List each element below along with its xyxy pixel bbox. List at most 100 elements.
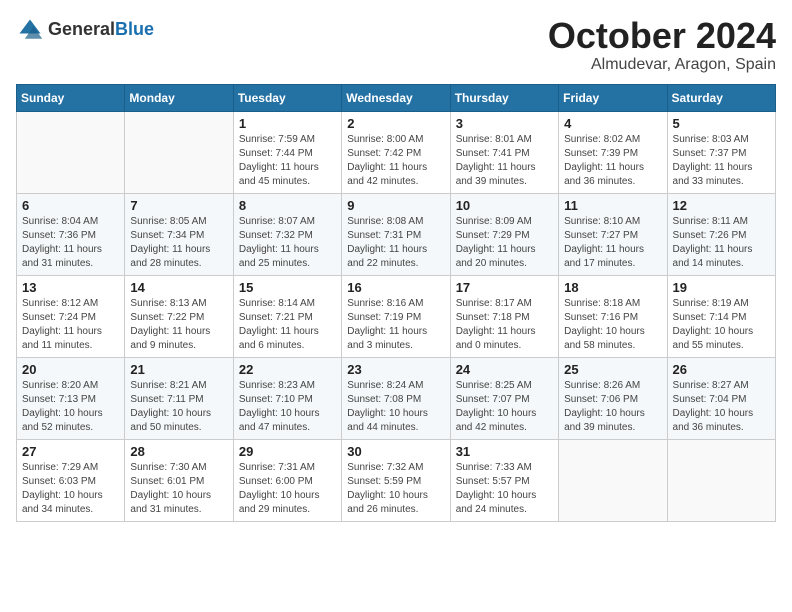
page-header: General Blue October 2024 Almudevar, Ara… (16, 16, 776, 74)
weekday-header-monday: Monday (125, 84, 233, 111)
day-number: 10 (456, 198, 553, 213)
weekday-header-saturday: Saturday (667, 84, 775, 111)
day-number: 31 (456, 444, 553, 459)
calendar-cell: 13 Sunrise: 8:12 AMSunset: 7:24 PMDayligh… (17, 275, 125, 357)
day-number: 2 (347, 116, 444, 131)
day-number: 19 (673, 280, 770, 295)
calendar-cell: 12 Sunrise: 8:11 AMSunset: 7:26 PMDayligh… (667, 193, 775, 275)
calendar-week-5: 27Sunrise: 7:29 AMSunset: 6:03 PMDayligh… (17, 439, 776, 521)
calendar-cell: 3 Sunrise: 8:01 AMSunset: 7:41 PMDaylight… (450, 111, 558, 193)
day-number: 23 (347, 362, 444, 377)
day-info: Sunrise: 8:08 AMSunset: 7:31 PMDaylight:… (347, 215, 444, 271)
day-info: Sunrise: 8:09 AMSunset: 7:29 PMDaylight:… (456, 215, 553, 271)
day-number: 1 (239, 116, 336, 131)
calendar-cell: 22 Sunrise: 8:23 AMSunset: 7:10 PMDayligh… (233, 357, 341, 439)
calendar-cell: 9 Sunrise: 8:08 AMSunset: 7:31 PMDaylight… (342, 193, 450, 275)
day-number: 17 (456, 280, 553, 295)
day-info: Sunrise: 7:33 AMSunset: 5:57 PMDaylight:… (456, 461, 553, 517)
calendar-cell: 6 Sunrise: 8:04 AMSunset: 7:36 PMDaylight… (17, 193, 125, 275)
weekday-header-friday: Friday (559, 84, 667, 111)
day-number: 15 (239, 280, 336, 295)
calendar-header-row: SundayMondayTuesdayWednesdayThursdayFrid… (17, 84, 776, 111)
day-number: 21 (130, 362, 227, 377)
calendar-cell: 1 Sunrise: 7:59 AMSunset: 7:44 PMDaylight… (233, 111, 341, 193)
day-number: 20 (22, 362, 119, 377)
calendar-cell: 10 Sunrise: 8:09 AMSunset: 7:29 PMDayligh… (450, 193, 558, 275)
day-number: 24 (456, 362, 553, 377)
weekday-header-sunday: Sunday (17, 84, 125, 111)
day-info: Sunrise: 8:23 AMSunset: 7:10 PMDaylight:… (239, 379, 336, 435)
day-number: 16 (347, 280, 444, 295)
calendar-cell: 11Sunrise: 8:10 AMSunset: 7:27 PMDayligh… (559, 193, 667, 275)
calendar-cell: 16Sunrise: 8:16 AMSunset: 7:19 PMDayligh… (342, 275, 450, 357)
calendar-cell: 26Sunrise: 8:27 AMSunset: 7:04 PMDayligh… (667, 357, 775, 439)
day-info: Sunrise: 8:12 AMSunset: 7:24 PMDaylight:… (22, 297, 119, 353)
weekday-header-tuesday: Tuesday (233, 84, 341, 111)
day-info: Sunrise: 8:14 AMSunset: 7:21 PMDaylight:… (239, 297, 336, 353)
day-info: Sunrise: 8:13 AMSunset: 7:22 PMDaylight:… (130, 297, 227, 353)
day-number: 30 (347, 444, 444, 459)
calendar-cell: 5 Sunrise: 8:03 AMSunset: 7:37 PMDaylight… (667, 111, 775, 193)
calendar-cell (559, 439, 667, 521)
day-info: Sunrise: 7:59 AMSunset: 7:44 PMDaylight:… (239, 133, 336, 189)
day-info: Sunrise: 8:00 AMSunset: 7:42 PMDaylight:… (347, 133, 444, 189)
day-info: Sunrise: 7:29 AMSunset: 6:03 PMDaylight:… (22, 461, 119, 517)
logo-text-blue: Blue (115, 20, 154, 40)
day-info: Sunrise: 7:30 AMSunset: 6:01 PMDaylight:… (130, 461, 227, 517)
calendar-cell (667, 439, 775, 521)
calendar-body: 1 Sunrise: 7:59 AMSunset: 7:44 PMDaylight… (17, 111, 776, 521)
day-info: Sunrise: 8:04 AMSunset: 7:36 PMDaylight:… (22, 215, 119, 271)
day-info: Sunrise: 8:18 AMSunset: 7:16 PMDaylight:… (564, 297, 661, 353)
calendar-week-1: 1 Sunrise: 7:59 AMSunset: 7:44 PMDaylight… (17, 111, 776, 193)
day-number: 14 (130, 280, 227, 295)
calendar-cell: 4 Sunrise: 8:02 AMSunset: 7:39 PMDaylight… (559, 111, 667, 193)
logo: General Blue (16, 16, 154, 44)
day-number: 4 (564, 116, 661, 131)
day-number: 25 (564, 362, 661, 377)
weekday-header-wednesday: Wednesday (342, 84, 450, 111)
calendar-cell: 17 Sunrise: 8:17 AMSunset: 7:18 PMDayligh… (450, 275, 558, 357)
day-number: 13 (22, 280, 119, 295)
day-info: Sunrise: 8:07 AMSunset: 7:32 PMDaylight:… (239, 215, 336, 271)
day-info: Sunrise: 8:03 AMSunset: 7:37 PMDaylight:… (673, 133, 770, 189)
day-info: Sunrise: 8:26 AMSunset: 7:06 PMDaylight:… (564, 379, 661, 435)
logo-text-general: General (48, 20, 115, 40)
calendar-cell: 7Sunrise: 8:05 AMSunset: 7:34 PMDaylight… (125, 193, 233, 275)
day-info: Sunrise: 7:32 AMSunset: 5:59 PMDaylight:… (347, 461, 444, 517)
day-number: 5 (673, 116, 770, 131)
calendar-cell: 15 Sunrise: 8:14 AMSunset: 7:21 PMDayligh… (233, 275, 341, 357)
day-info: Sunrise: 8:01 AMSunset: 7:41 PMDaylight:… (456, 133, 553, 189)
calendar-cell (125, 111, 233, 193)
title-area: October 2024 Almudevar, Aragon, Spain (548, 16, 776, 74)
day-number: 6 (22, 198, 119, 213)
day-info: Sunrise: 8:21 AMSunset: 7:11 PMDaylight:… (130, 379, 227, 435)
calendar-cell: 23 Sunrise: 8:24 AMSunset: 7:08 PMDayligh… (342, 357, 450, 439)
calendar-cell: 21 Sunrise: 8:21 AMSunset: 7:11 PMDayligh… (125, 357, 233, 439)
day-number: 3 (456, 116, 553, 131)
calendar-cell: 18 Sunrise: 8:18 AMSunset: 7:16 PMDayligh… (559, 275, 667, 357)
day-info: Sunrise: 8:27 AMSunset: 7:04 PMDaylight:… (673, 379, 770, 435)
calendar-cell: 14 Sunrise: 8:13 AMSunset: 7:22 PMDayligh… (125, 275, 233, 357)
day-info: Sunrise: 8:05 AMSunset: 7:34 PMDaylight:… (130, 215, 227, 271)
weekday-header-thursday: Thursday (450, 84, 558, 111)
day-number: 29 (239, 444, 336, 459)
day-number: 18 (564, 280, 661, 295)
day-info: Sunrise: 8:11 AMSunset: 7:26 PMDaylight:… (673, 215, 770, 271)
day-number: 22 (239, 362, 336, 377)
day-info: Sunrise: 8:02 AMSunset: 7:39 PMDaylight:… (564, 133, 661, 189)
day-info: Sunrise: 8:20 AMSunset: 7:13 PMDaylight:… (22, 379, 119, 435)
calendar-cell (17, 111, 125, 193)
calendar-cell: 28Sunrise: 7:30 AMSunset: 6:01 PMDayligh… (125, 439, 233, 521)
day-info: Sunrise: 8:17 AMSunset: 7:18 PMDaylight:… (456, 297, 553, 353)
calendar-week-4: 20 Sunrise: 8:20 AMSunset: 7:13 PMDayligh… (17, 357, 776, 439)
day-info: Sunrise: 8:24 AMSunset: 7:08 PMDaylight:… (347, 379, 444, 435)
location-title: Almudevar, Aragon, Spain (548, 56, 776, 74)
calendar-cell: 30 Sunrise: 7:32 AMSunset: 5:59 PMDayligh… (342, 439, 450, 521)
day-info: Sunrise: 8:10 AMSunset: 7:27 PMDaylight:… (564, 215, 661, 271)
day-number: 9 (347, 198, 444, 213)
day-number: 12 (673, 198, 770, 213)
calendar-cell: 29 Sunrise: 7:31 AMSunset: 6:00 PMDayligh… (233, 439, 341, 521)
calendar-cell: 2 Sunrise: 8:00 AMSunset: 7:42 PMDaylight… (342, 111, 450, 193)
day-info: Sunrise: 7:31 AMSunset: 6:00 PMDaylight:… (239, 461, 336, 517)
logo-icon (16, 16, 44, 44)
